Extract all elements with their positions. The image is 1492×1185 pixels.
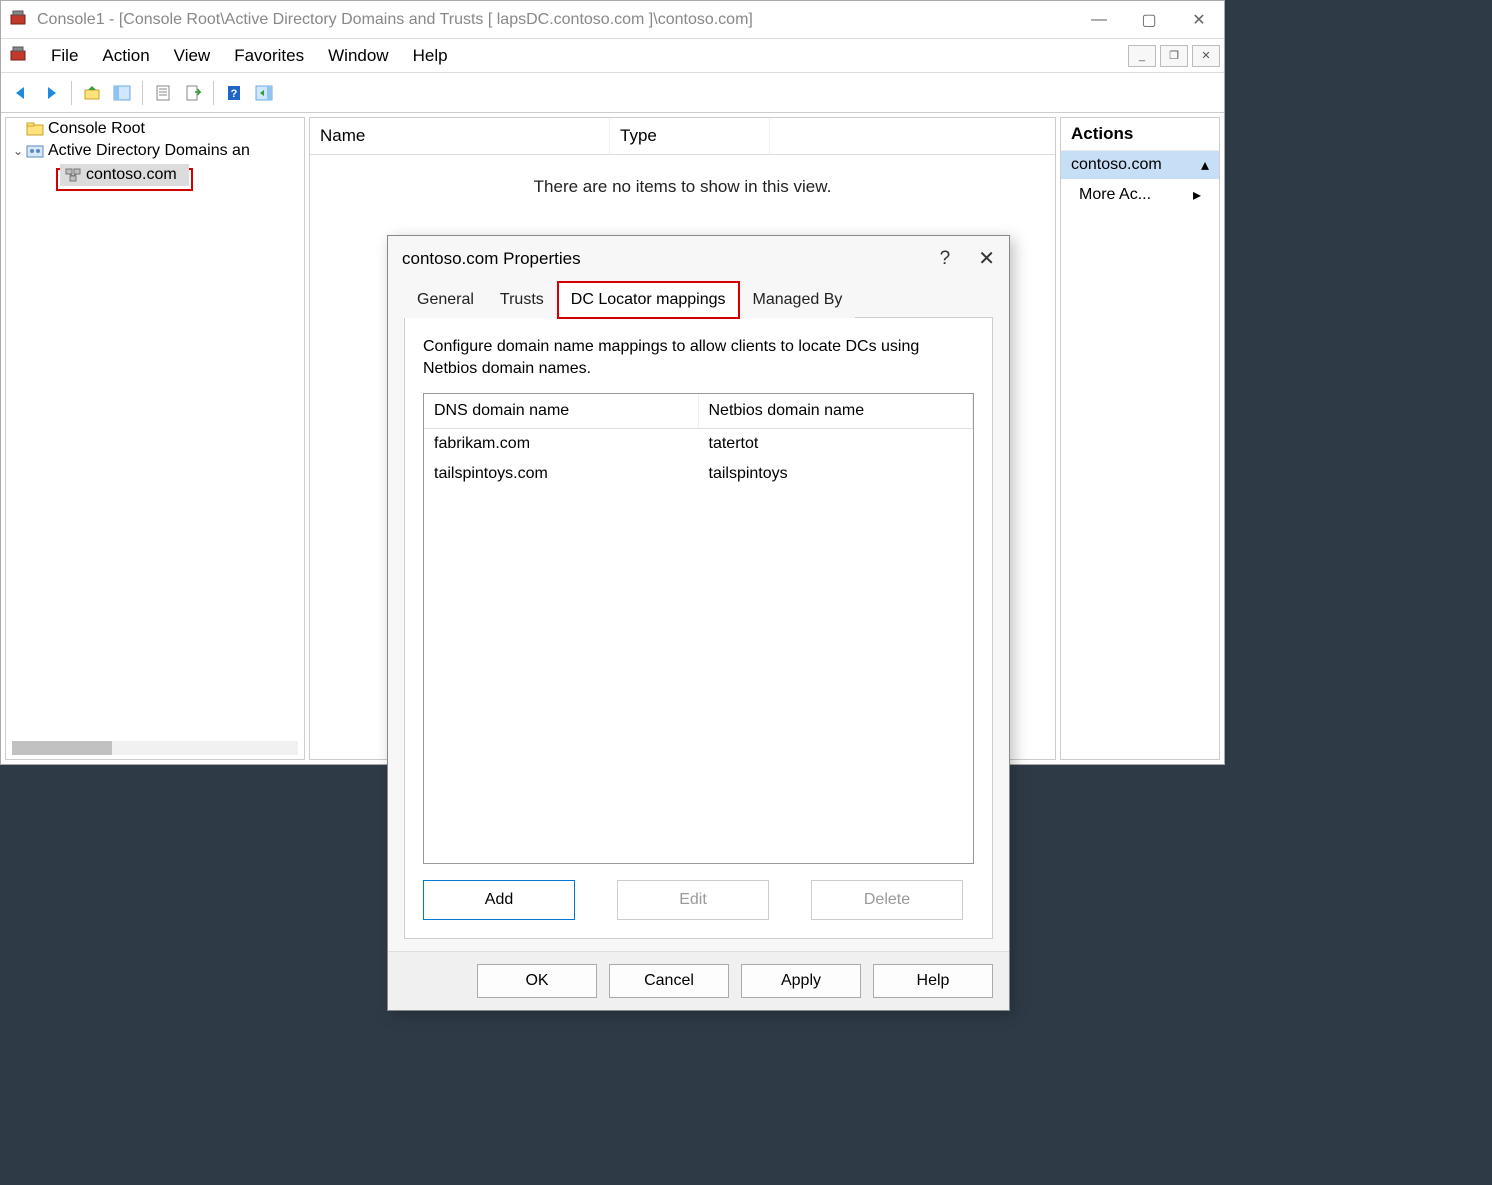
list-header: Name Type bbox=[310, 118, 1055, 155]
up-button[interactable] bbox=[78, 79, 106, 107]
svg-text:?: ? bbox=[231, 88, 238, 100]
mdi-restore-button[interactable]: ❐ bbox=[1160, 45, 1188, 67]
ok-button[interactable]: OK bbox=[477, 964, 597, 998]
menubar: File Action View Favorites Window Help _… bbox=[1, 39, 1224, 73]
titlebar: Console1 - [Console Root\Active Director… bbox=[1, 1, 1224, 39]
tab-description: Configure domain name mappings to allow … bbox=[423, 336, 974, 379]
menu-favorites[interactable]: Favorites bbox=[222, 42, 316, 70]
folder-icon bbox=[26, 120, 44, 138]
dialog-close-button[interactable]: ✕ bbox=[978, 246, 995, 271]
add-button[interactable]: Add bbox=[423, 880, 575, 920]
tab-managed-by[interactable]: Managed By bbox=[740, 282, 856, 318]
actions-more-label: More Ac... bbox=[1079, 186, 1151, 204]
mapping-header: DNS domain name Netbios domain name bbox=[424, 394, 973, 429]
help-button[interactable]: ? bbox=[220, 79, 248, 107]
delete-button[interactable]: Delete bbox=[811, 880, 963, 920]
tree-domain-label: contoso.com bbox=[86, 166, 177, 184]
tree-snapin-label: Active Directory Domains an bbox=[48, 142, 250, 160]
mapping-listview[interactable]: DNS domain name Netbios domain name fabr… bbox=[423, 393, 974, 864]
minimize-button[interactable]: — bbox=[1074, 4, 1124, 36]
tree-root-label: Console Root bbox=[48, 120, 145, 138]
col-netbios-name[interactable]: Netbios domain name bbox=[699, 394, 974, 428]
tab-body: Configure domain name mappings to allow … bbox=[404, 317, 993, 939]
tab-dc-locator-mappings[interactable]: DC Locator mappings bbox=[557, 281, 740, 319]
back-button[interactable] bbox=[7, 79, 35, 107]
tree-pane: Console Root ⌄ Active Directory Domains … bbox=[5, 117, 305, 760]
list-col-type[interactable]: Type bbox=[610, 118, 770, 154]
show-hide-tree-button[interactable] bbox=[108, 79, 136, 107]
close-button[interactable]: ✕ bbox=[1174, 4, 1224, 36]
actions-group-domain[interactable]: contoso.com ▴ bbox=[1061, 151, 1219, 179]
list-empty-text: There are no items to show in this view. bbox=[310, 155, 1055, 219]
twisty-expanded-icon[interactable]: ⌄ bbox=[10, 144, 26, 158]
show-hide-action-pane-button[interactable] bbox=[250, 79, 278, 107]
window-title: Console1 - [Console Root\Active Director… bbox=[37, 11, 1074, 29]
cancel-button[interactable]: Cancel bbox=[609, 964, 729, 998]
scrollbar-thumb[interactable] bbox=[12, 741, 112, 755]
help-button[interactable]: Help bbox=[873, 964, 993, 998]
menu-action[interactable]: Action bbox=[90, 42, 161, 70]
properties-dialog: contoso.com Properties ? ✕ General Trust… bbox=[387, 235, 1010, 1011]
actions-title: Actions bbox=[1061, 118, 1219, 151]
cell-nb: tatertot bbox=[699, 429, 974, 459]
cell-nb: tailspintoys bbox=[699, 459, 974, 489]
ad-snapin-icon bbox=[26, 142, 44, 160]
dialog-title: contoso.com Properties bbox=[402, 249, 581, 269]
mdi-close-button[interactable]: ✕ bbox=[1192, 45, 1220, 67]
properties-button[interactable] bbox=[149, 79, 177, 107]
mapping-row[interactable]: tailspintoys.com tailspintoys bbox=[424, 459, 973, 489]
tree-domain[interactable]: contoso.com bbox=[60, 164, 189, 186]
list-col-name[interactable]: Name bbox=[310, 118, 610, 154]
toolbar: ? bbox=[1, 73, 1224, 113]
actions-pane: Actions contoso.com ▴ More Ac... ▸ bbox=[1060, 117, 1220, 760]
export-button[interactable] bbox=[179, 79, 207, 107]
tab-strip: General Trusts DC Locator mappings Manag… bbox=[388, 281, 1009, 317]
cell-dns: tailspintoys.com bbox=[424, 459, 699, 489]
menu-view[interactable]: View bbox=[162, 42, 223, 70]
maximize-button[interactable]: ▢ bbox=[1124, 4, 1174, 36]
domain-icon bbox=[64, 166, 82, 184]
tab-trusts[interactable]: Trusts bbox=[487, 282, 557, 318]
col-dns-name[interactable]: DNS domain name bbox=[424, 394, 699, 428]
tree-horizontal-scrollbar[interactable] bbox=[12, 741, 298, 755]
actions-group-label: contoso.com bbox=[1071, 156, 1162, 174]
mdi-app-icon bbox=[9, 46, 29, 66]
tree-snapin[interactable]: ⌄ Active Directory Domains an bbox=[6, 140, 304, 162]
cell-dns: fabrikam.com bbox=[424, 429, 699, 459]
tab-general[interactable]: General bbox=[404, 282, 487, 318]
apply-button[interactable]: Apply bbox=[741, 964, 861, 998]
mapping-row[interactable]: fabrikam.com tatertot bbox=[424, 429, 973, 459]
actions-more[interactable]: More Ac... ▸ bbox=[1061, 179, 1219, 211]
forward-button[interactable] bbox=[37, 79, 65, 107]
menu-help[interactable]: Help bbox=[401, 42, 460, 70]
mdi-minimize-button[interactable]: _ bbox=[1128, 45, 1156, 67]
dialog-footer: OK Cancel Apply Help bbox=[388, 951, 1009, 1010]
dialog-help-button[interactable]: ? bbox=[940, 248, 951, 270]
chevron-right-icon: ▸ bbox=[1193, 185, 1201, 205]
menu-window[interactable]: Window bbox=[316, 42, 400, 70]
edit-button[interactable]: Edit bbox=[617, 880, 769, 920]
tree-root[interactable]: Console Root bbox=[6, 118, 304, 140]
menu-file[interactable]: File bbox=[39, 42, 90, 70]
mapping-buttons: Add Edit Delete bbox=[423, 880, 974, 920]
app-icon bbox=[9, 10, 29, 30]
collapse-icon: ▴ bbox=[1201, 155, 1209, 175]
dialog-titlebar: contoso.com Properties ? ✕ bbox=[388, 236, 1009, 281]
tree-domain-highlight: contoso.com bbox=[56, 168, 193, 191]
